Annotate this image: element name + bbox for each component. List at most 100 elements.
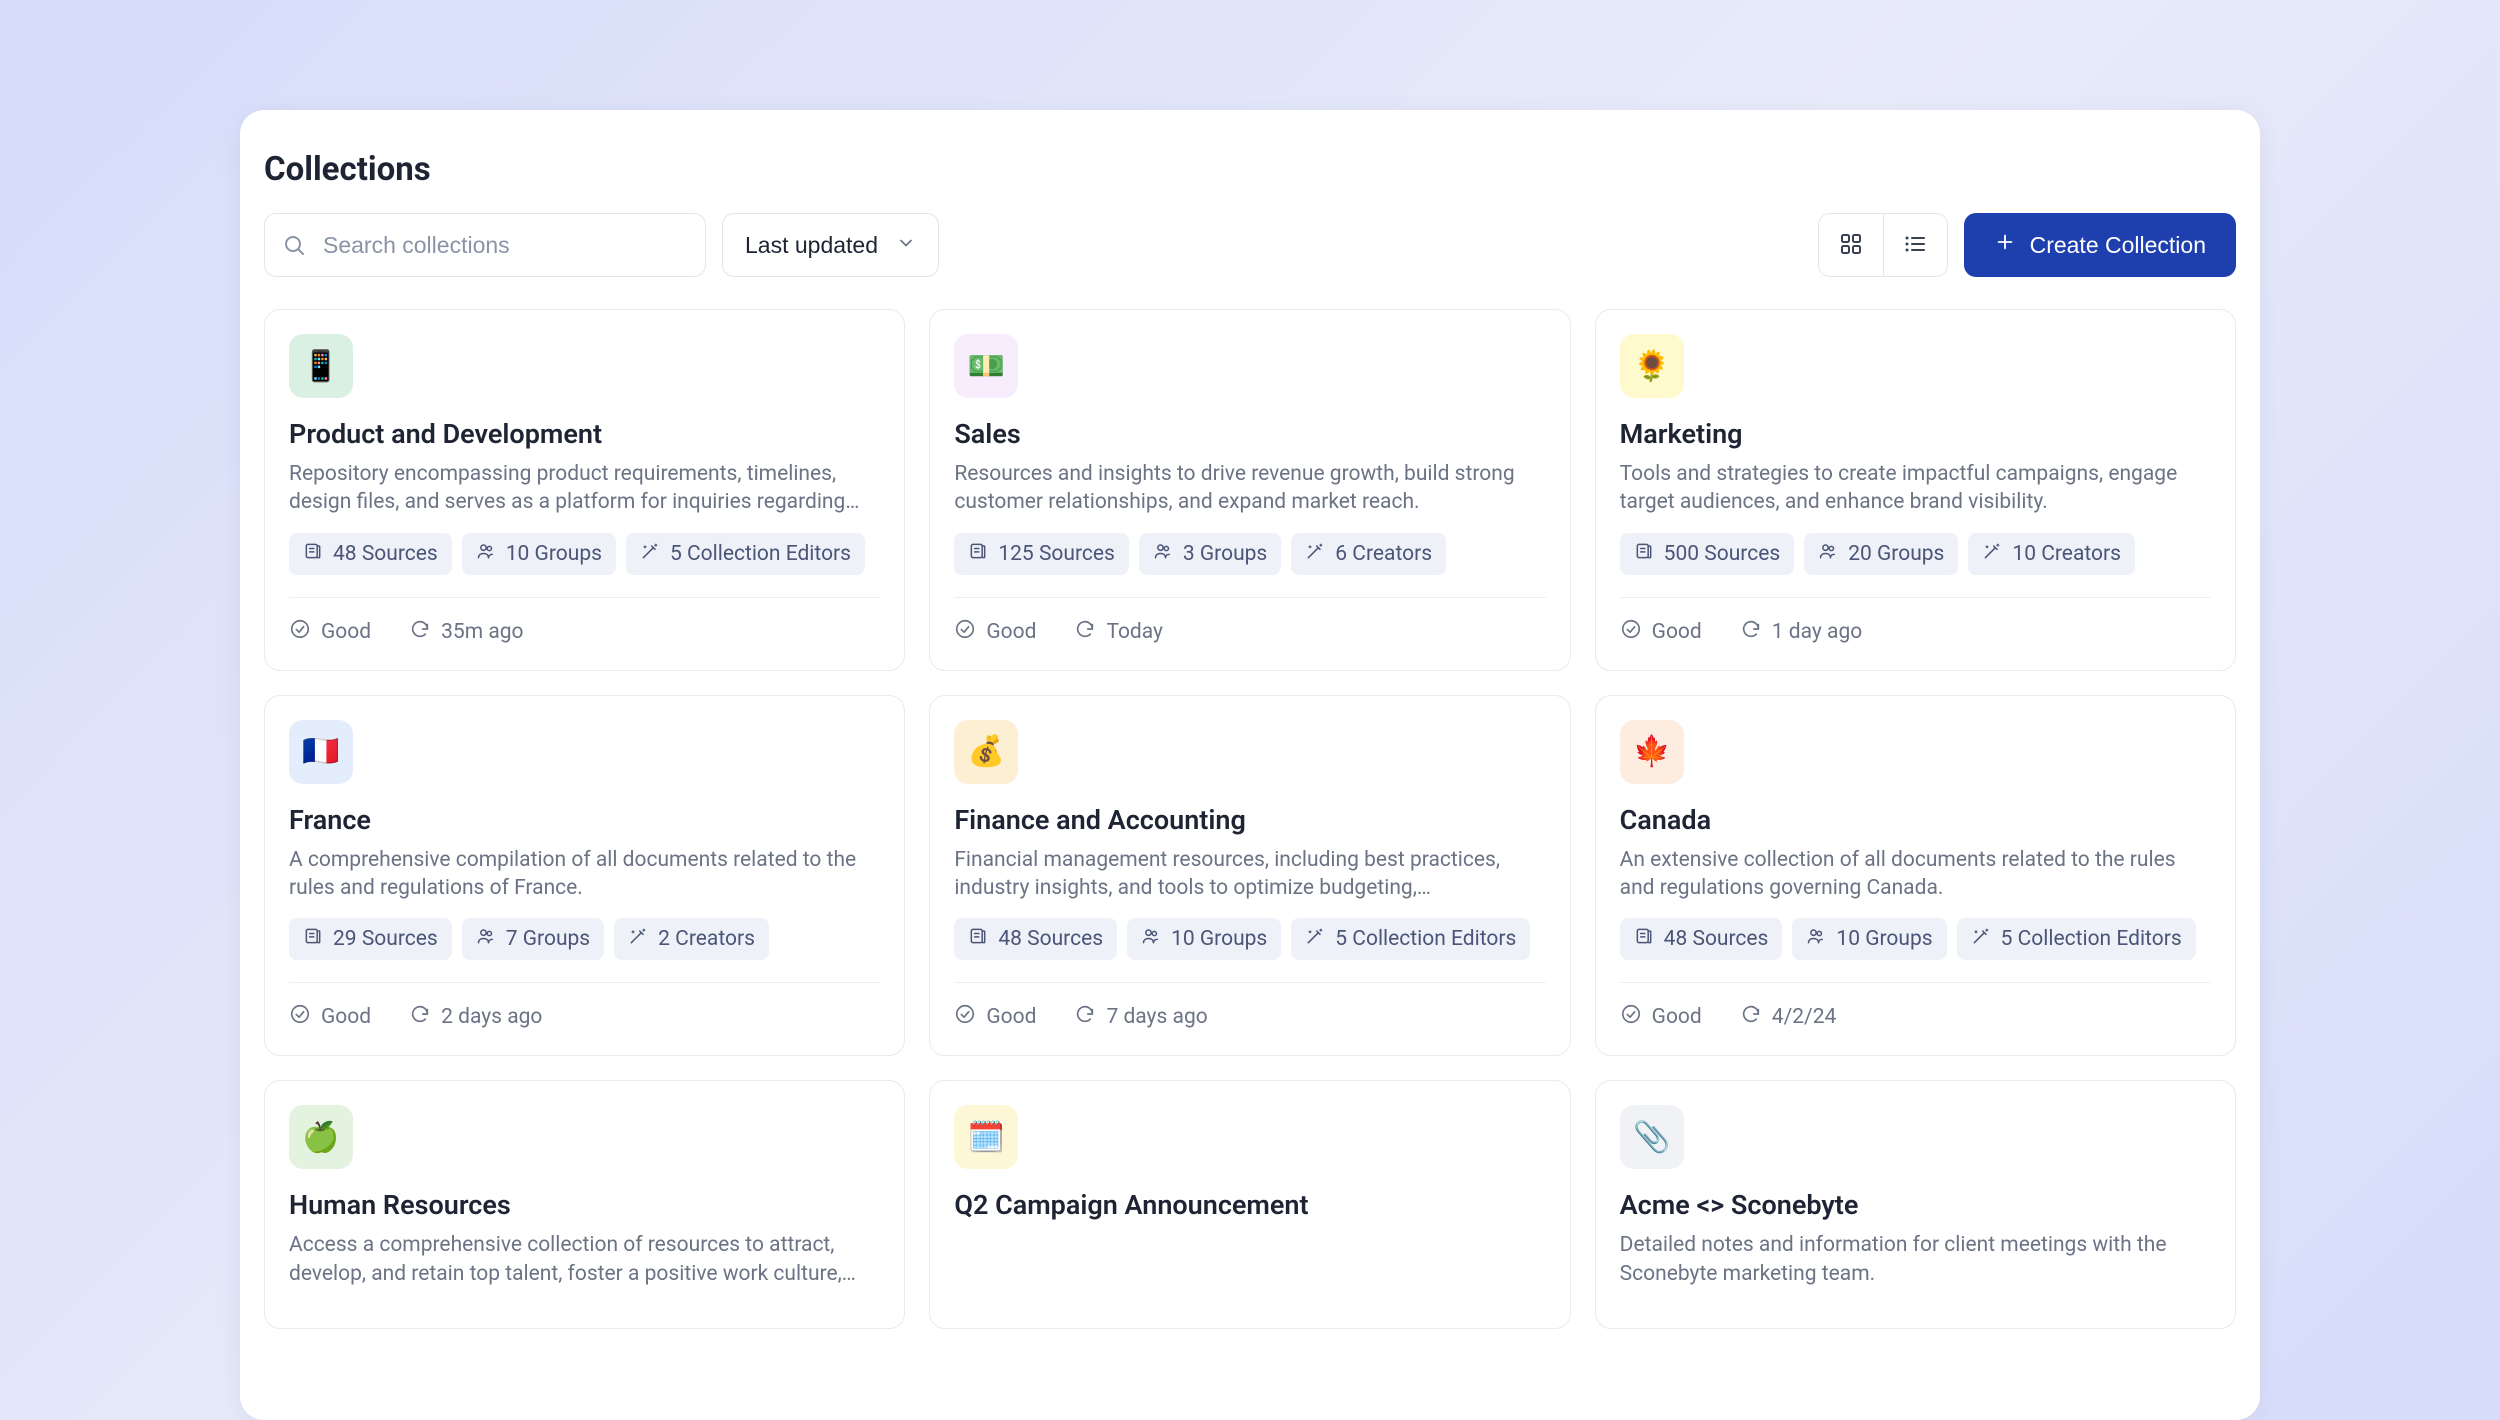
collection-emoji-icon: 📎 bbox=[1620, 1105, 1684, 1169]
collection-chip: 10 Groups bbox=[1792, 918, 1946, 960]
collection-emoji-icon: 💰 bbox=[954, 720, 1018, 784]
collection-card[interactable]: 🌻MarketingTools and strategies to create… bbox=[1595, 309, 2236, 671]
collection-footer: Good Today bbox=[954, 597, 1545, 646]
collection-card[interactable]: 🗓️Q2 Campaign Announcement bbox=[929, 1080, 1570, 1329]
collection-chip: 5 Collection Editors bbox=[1957, 918, 2196, 960]
collection-description: Detailed notes and information for clien… bbox=[1620, 1231, 2211, 1288]
chip-label: 125 Sources bbox=[998, 542, 1115, 566]
updated-group: Today bbox=[1074, 618, 1163, 646]
search-wrap bbox=[264, 213, 706, 277]
collection-description: Access a comprehensive collection of res… bbox=[289, 1231, 880, 1288]
collection-emoji-icon: 🌻 bbox=[1620, 334, 1684, 398]
status-group: Good bbox=[289, 618, 371, 646]
wand-icon bbox=[1305, 541, 1325, 567]
check-circle-icon bbox=[954, 618, 976, 646]
status-label: Good bbox=[321, 1005, 371, 1029]
collections-grid: 📱Product and DevelopmentRepository encom… bbox=[264, 309, 2236, 1329]
collection-emoji-icon: 🍏 bbox=[289, 1105, 353, 1169]
updated-label: 1 day ago bbox=[1772, 620, 1862, 644]
sources-icon bbox=[1634, 541, 1654, 567]
collection-description: An extensive collection of all documents… bbox=[1620, 846, 2211, 903]
status-label: Good bbox=[1652, 1005, 1702, 1029]
collections-panel: Collections Last updated Create Co bbox=[240, 110, 2260, 1420]
collection-chip: 48 Sources bbox=[954, 918, 1117, 960]
chip-label: 48 Sources bbox=[1664, 927, 1769, 951]
updated-group: 2 days ago bbox=[409, 1003, 542, 1031]
collection-card[interactable]: 💰Finance and AccountingFinancial managem… bbox=[929, 695, 1570, 1057]
chip-label: 5 Collection Editors bbox=[670, 542, 851, 566]
chip-label: 10 Groups bbox=[1836, 927, 1932, 951]
updated-label: 4/2/24 bbox=[1772, 1005, 1837, 1029]
collection-footer: Good7 days ago bbox=[954, 982, 1545, 1031]
status-group: Good bbox=[1620, 618, 1702, 646]
chip-label: 10 Groups bbox=[506, 542, 602, 566]
collection-emoji-icon: 💵 bbox=[954, 334, 1018, 398]
wand-icon bbox=[628, 926, 648, 952]
collection-chip: 5 Collection Editors bbox=[1291, 918, 1530, 960]
chip-label: 2 Creators bbox=[658, 927, 755, 951]
collection-card[interactable]: 📱Product and DevelopmentRepository encom… bbox=[264, 309, 905, 671]
create-collection-button[interactable]: Create Collection bbox=[1964, 213, 2236, 277]
chip-label: 48 Sources bbox=[333, 542, 438, 566]
chip-label: 48 Sources bbox=[998, 927, 1103, 951]
view-grid-button[interactable] bbox=[1819, 214, 1883, 276]
collection-title: Sales bbox=[954, 418, 1545, 450]
collection-title: Q2 Campaign Announcement bbox=[954, 1189, 1545, 1221]
collection-chips: 48 Sources 10 Groups 5 Collection Editors bbox=[1620, 918, 2211, 960]
updated-label: Today bbox=[1106, 620, 1163, 644]
collection-card[interactable]: 🍏 Human Resources Access a comprehensive c… bbox=[264, 1080, 905, 1329]
collection-card[interactable]: 🇫🇷FranceA comprehensive compilation of a… bbox=[264, 695, 905, 1057]
chip-label: 3 Groups bbox=[1183, 542, 1267, 566]
status-label: Good bbox=[1652, 620, 1702, 644]
collection-description: Repository encompassing product requirem… bbox=[289, 460, 880, 517]
collection-title: Marketing bbox=[1620, 418, 2211, 450]
status-group: Good bbox=[954, 1003, 1036, 1031]
sources-icon bbox=[303, 926, 323, 952]
collection-chip: 48 Sources bbox=[289, 533, 452, 575]
groups-icon bbox=[1141, 926, 1161, 952]
collection-footer: Good 4/2/24 bbox=[1620, 982, 2211, 1031]
refresh-icon bbox=[1740, 1003, 1762, 1031]
collection-chips: 29 Sources 7 Groups 2 Creators bbox=[289, 918, 880, 960]
list-icon bbox=[1903, 232, 1927, 259]
chip-label: 7 Groups bbox=[506, 927, 590, 951]
collection-card[interactable]: 💵 Sales Resources and insights to drive re… bbox=[929, 309, 1570, 671]
view-toggle bbox=[1818, 213, 1948, 277]
collection-title: France bbox=[289, 804, 880, 836]
collection-description: Resources and insights to drive revenue … bbox=[954, 460, 1545, 517]
search-icon bbox=[282, 233, 306, 257]
collection-chips: 48 Sources 10 Groups5 Collection Editors bbox=[954, 918, 1545, 960]
collection-chip: 3 Groups bbox=[1139, 533, 1281, 575]
chip-label: 29 Sources bbox=[333, 927, 438, 951]
search-input[interactable] bbox=[264, 213, 706, 277]
chip-label: 500 Sources bbox=[1664, 542, 1781, 566]
status-group: Good bbox=[289, 1003, 371, 1031]
sort-button[interactable]: Last updated bbox=[722, 213, 939, 277]
view-list-button[interactable] bbox=[1883, 214, 1947, 276]
sources-icon bbox=[1634, 926, 1654, 952]
collection-footer: Good 2 days ago bbox=[289, 982, 880, 1031]
wand-icon bbox=[1982, 541, 2002, 567]
grid-icon bbox=[1839, 232, 1863, 259]
chip-label: 20 Groups bbox=[1848, 542, 1944, 566]
chip-label: 5 Collection Editors bbox=[2001, 927, 2182, 951]
collection-card[interactable]: 🍁CanadaAn extensive collection of all do… bbox=[1595, 695, 2236, 1057]
collection-chip: 20 Groups bbox=[1804, 533, 1958, 575]
sources-icon bbox=[968, 541, 988, 567]
collection-title: Human Resources bbox=[289, 1189, 880, 1221]
chip-label: 6 Creators bbox=[1335, 542, 1432, 566]
collection-chips: 500 Sources20 Groups10 Creators bbox=[1620, 533, 2211, 575]
status-group: Good bbox=[954, 618, 1036, 646]
collection-chip: 10 Groups bbox=[1127, 918, 1281, 960]
collection-emoji-icon: 📱 bbox=[289, 334, 353, 398]
page-title: Collections bbox=[264, 150, 2236, 189]
collection-chip: 6 Creators bbox=[1291, 533, 1446, 575]
wand-icon bbox=[640, 541, 660, 567]
chevron-down-icon bbox=[896, 232, 916, 259]
collection-chip: 7 Groups bbox=[462, 918, 604, 960]
collection-card[interactable]: 📎Acme <> SconebyteDetailed notes and inf… bbox=[1595, 1080, 2236, 1329]
groups-icon bbox=[476, 926, 496, 952]
collection-description: Financial management resources, includin… bbox=[954, 846, 1545, 903]
refresh-icon bbox=[1074, 1003, 1096, 1031]
collection-chips: 48 Sources 10 Groups 5 Collection Editors bbox=[289, 533, 880, 575]
